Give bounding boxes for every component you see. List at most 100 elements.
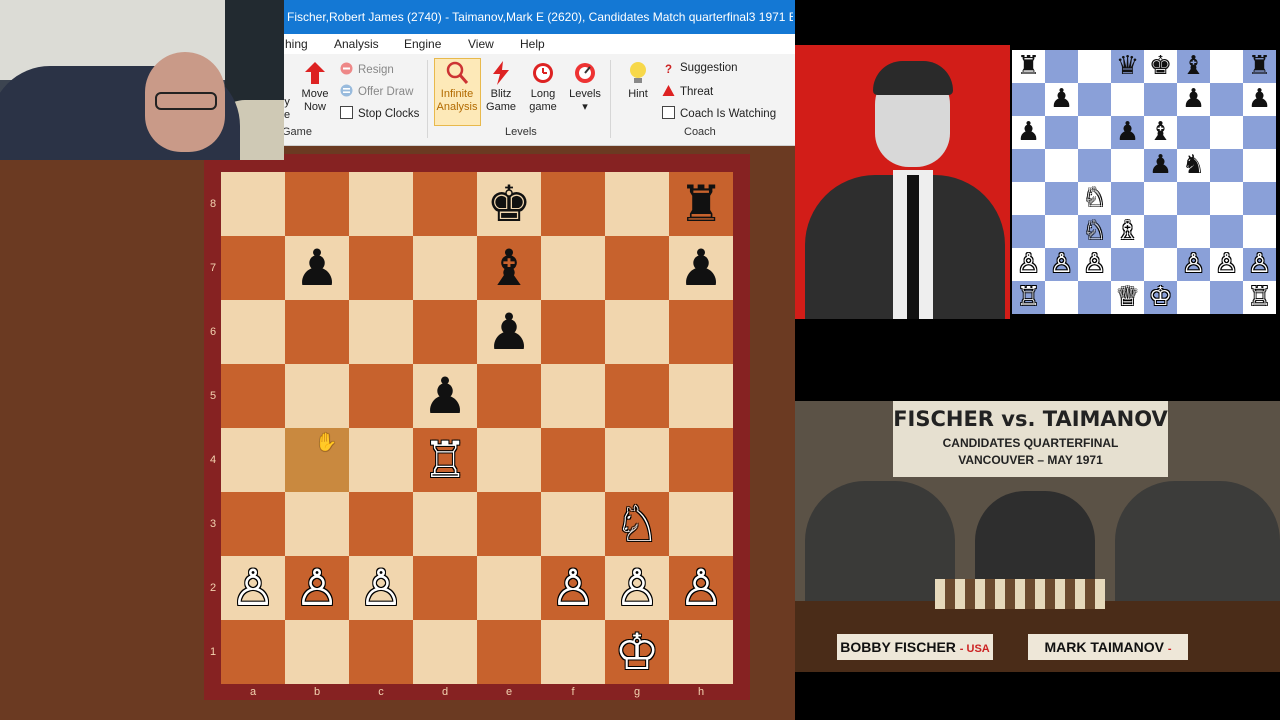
piece-white-g2[interactable]: ♙	[605, 556, 669, 620]
square-c3[interactable]	[349, 492, 413, 556]
diagram-piece-white-c2: ♙	[1082, 249, 1107, 279]
square-b3[interactable]	[285, 492, 349, 556]
move-now-button[interactable]: Move Now	[298, 60, 332, 114]
square-e3[interactable]	[477, 492, 541, 556]
square-f5[interactable]	[541, 364, 605, 428]
diagram-square	[1210, 182, 1243, 215]
long-game-button[interactable]: Long game	[524, 60, 562, 114]
square-c6[interactable]	[349, 300, 413, 364]
square-f7[interactable]	[541, 236, 605, 300]
infinite-analysis-button[interactable]: Infinite Analysis	[435, 60, 479, 114]
draw-icon	[340, 84, 353, 97]
play-button-partial[interactable]: ye	[284, 96, 290, 122]
levels-button[interactable]: Levels ▾	[566, 60, 604, 114]
diagram-piece-white-d3: ♗	[1115, 216, 1140, 246]
square-e2[interactable]	[477, 556, 541, 620]
diagram-piece-black-f8: ♝	[1181, 51, 1206, 81]
square-d7[interactable]	[413, 236, 477, 300]
piece-black-e7[interactable]: ♝	[477, 236, 541, 300]
diagram-piece-black-h7: ♟	[1247, 84, 1272, 114]
suggestion-button[interactable]: ? Suggestion	[662, 62, 738, 77]
chess-board[interactable]: ♚ ♜ ♟ ♝ ♟ ♟ ♟ ♖ ♘ ♙ ♙ ♙ ♙ ♙ ♙ ♔	[221, 172, 733, 684]
square-a8[interactable]	[221, 172, 285, 236]
coach-watching-checkbox[interactable]: Coach Is Watching	[662, 106, 776, 120]
square-a1[interactable]	[221, 620, 285, 684]
square-a3[interactable]	[221, 492, 285, 556]
square-c5[interactable]	[349, 364, 413, 428]
square-a5[interactable]	[221, 364, 285, 428]
square-h6[interactable]	[669, 300, 733, 364]
piece-white-g1[interactable]: ♔	[605, 620, 669, 684]
square-c7[interactable]	[349, 236, 413, 300]
square-d8[interactable]	[413, 172, 477, 236]
square-h5[interactable]	[669, 364, 733, 428]
square-f4[interactable]	[541, 428, 605, 492]
square-d1[interactable]	[413, 620, 477, 684]
resign-button[interactable]: Resign	[340, 62, 394, 76]
piece-white-b2[interactable]: ♙	[285, 556, 349, 620]
menu-help[interactable]: Help	[520, 37, 545, 51]
piece-white-c2[interactable]: ♙	[349, 556, 413, 620]
hint-button[interactable]: Hint	[622, 60, 654, 101]
square-d3[interactable]	[413, 492, 477, 556]
diagram-square	[1012, 215, 1045, 248]
square-d6[interactable]	[413, 300, 477, 364]
square-d2[interactable]	[413, 556, 477, 620]
diagram-square	[1243, 149, 1276, 182]
square-g8[interactable]	[605, 172, 669, 236]
clock-icon	[533, 63, 553, 83]
menu-view[interactable]: View	[468, 37, 494, 51]
square-h4[interactable]	[669, 428, 733, 492]
piece-black-h8[interactable]: ♜	[669, 172, 733, 236]
piece-black-d5[interactable]: ♟	[413, 364, 477, 428]
piece-white-a2[interactable]: ♙	[221, 556, 285, 620]
square-e4[interactable]	[477, 428, 541, 492]
square-h1[interactable]	[669, 620, 733, 684]
stop-clocks-checkbox[interactable]: Stop Clocks	[340, 106, 419, 120]
piece-black-h7[interactable]: ♟	[669, 236, 733, 300]
diagram-square	[1012, 182, 1045, 215]
warning-icon	[662, 85, 675, 96]
square-h3[interactable]	[669, 492, 733, 556]
square-b8[interactable]	[285, 172, 349, 236]
square-f3[interactable]	[541, 492, 605, 556]
square-b1[interactable]	[285, 620, 349, 684]
blitz-game-button[interactable]: Blitz Game	[482, 60, 520, 114]
square-g5[interactable]	[605, 364, 669, 428]
square-g6[interactable]	[605, 300, 669, 364]
square-c8[interactable]	[349, 172, 413, 236]
square-b6[interactable]	[285, 300, 349, 364]
square-f6[interactable]	[541, 300, 605, 364]
menu-engine[interactable]: Engine	[404, 37, 441, 51]
match-photo: FISCHER vs. TAIMANOV CANDIDATES QUARTERF…	[795, 401, 1280, 672]
piece-black-e8[interactable]: ♚	[477, 172, 541, 236]
square-e5[interactable]	[477, 364, 541, 428]
diagram-square	[1045, 281, 1078, 314]
threat-button[interactable]: Threat	[662, 84, 713, 98]
square-a6[interactable]	[221, 300, 285, 364]
piece-black-e6[interactable]: ♟	[477, 300, 541, 364]
diagram-piece-white-b2: ♙	[1049, 249, 1074, 279]
piece-black-b7[interactable]: ♟	[285, 236, 349, 300]
menu-analysis[interactable]: Analysis	[334, 37, 379, 51]
file-label: b	[313, 686, 321, 698]
offer-draw-button[interactable]: Offer Draw	[340, 84, 413, 98]
square-f1[interactable]	[541, 620, 605, 684]
glasses	[155, 92, 217, 110]
diagram-square	[1144, 248, 1177, 281]
square-a7[interactable]	[221, 236, 285, 300]
square-a4[interactable]	[221, 428, 285, 492]
square-g7[interactable]	[605, 236, 669, 300]
piece-white-h2[interactable]: ♙	[669, 556, 733, 620]
square-c1[interactable]	[349, 620, 413, 684]
square-e1[interactable]	[477, 620, 541, 684]
piece-white-g3[interactable]: ♘	[605, 492, 669, 556]
piece-white-d4[interactable]: ♖	[413, 428, 477, 492]
piece-white-f2[interactable]: ♙	[541, 556, 605, 620]
square-c4[interactable]	[349, 428, 413, 492]
square-f8[interactable]	[541, 172, 605, 236]
square-g4[interactable]	[605, 428, 669, 492]
menu-training[interactable]: hing	[285, 37, 308, 51]
diagram-square	[1144, 215, 1177, 248]
square-b5[interactable]	[285, 364, 349, 428]
